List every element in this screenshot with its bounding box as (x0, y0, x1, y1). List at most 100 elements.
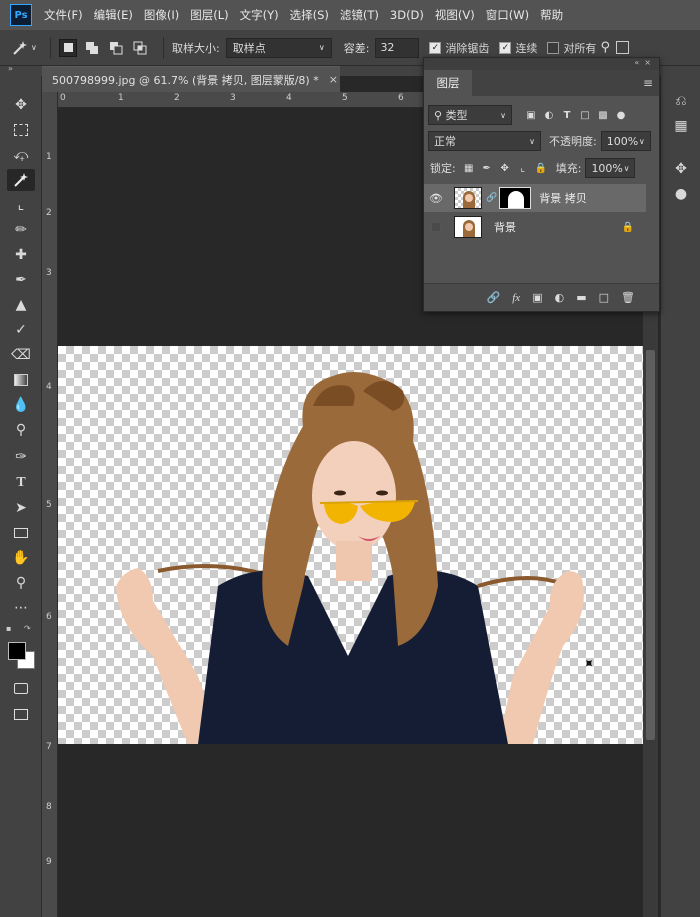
fx-icon[interactable]: fx (512, 292, 520, 304)
tool-preset-picker[interactable]: ∨ (12, 40, 42, 56)
marquee-tool[interactable] (7, 119, 35, 141)
path-selection-tool[interactable]: ➤ (7, 497, 35, 519)
add-mask-icon[interactable]: ▣ (532, 291, 542, 304)
adjustment-layer-icon[interactable]: ◐ (555, 291, 565, 304)
close-icon[interactable]: × (329, 73, 338, 86)
filter-kind-select[interactable]: ⚲ 类型 ∨ (428, 105, 512, 125)
trash-icon[interactable]: 🗑 (621, 291, 635, 304)
filter-type-icon[interactable]: T (558, 110, 576, 121)
blend-mode-select[interactable]: 正常 ∨ (428, 131, 541, 151)
menu-filter[interactable]: 滤镜(T) (340, 7, 379, 23)
rectangle-tool[interactable] (7, 522, 35, 544)
antialias-checkbox[interactable]: ✓ 消除锯齿 (429, 40, 489, 56)
layer-row[interactable]: 👁 🔗 背景 拷贝 (424, 184, 646, 212)
menu-view[interactable]: 视图(V) (435, 7, 475, 23)
menu-layer[interactable]: 图层(L) (190, 7, 228, 23)
expand-left-icon[interactable]: » (8, 64, 13, 73)
layers-panel-footer: 🔗 fx ▣ ◐ ▬ □ 🗑 (424, 283, 659, 311)
lock-all-icon[interactable]: 🔒 (532, 163, 550, 174)
history-panel-icon[interactable]: ⎌ (671, 91, 691, 111)
link-layers-icon[interactable]: 🔗 (487, 291, 501, 304)
tab-layers[interactable]: 图层 (424, 70, 472, 96)
new-selection-button[interactable] (59, 38, 77, 57)
menu-3d[interactable]: 3D(D) (390, 8, 424, 22)
foreground-color-swatch[interactable] (8, 642, 26, 660)
subtract-from-selection-button[interactable] (107, 39, 125, 57)
document-canvas[interactable] (58, 346, 643, 744)
add-to-selection-button[interactable] (83, 39, 101, 57)
menu-image[interactable]: 图像(I) (144, 7, 179, 23)
fill-input[interactable]: 100% ∨ (585, 158, 636, 178)
intersect-selection-button[interactable] (131, 39, 149, 57)
more-tools-button[interactable]: ⋯ (7, 597, 35, 619)
filter-adjustment-icon[interactable]: ◐ (540, 110, 558, 121)
ruler-label: 2 (46, 208, 52, 218)
divider (50, 36, 51, 59)
menu-edit[interactable]: 编辑(E) (94, 7, 133, 23)
magic-wand-tool[interactable] (7, 169, 35, 191)
swatches-panel-icon[interactable]: ▦ (671, 116, 691, 136)
zoom-tool[interactable]: ⚲ (7, 572, 35, 594)
crop-tool[interactable]: ⌞ (7, 194, 35, 216)
layer-mask-thumbnail[interactable] (499, 187, 532, 209)
pen-tool[interactable]: ✑ (7, 446, 35, 468)
quick-mask-button[interactable] (7, 677, 35, 699)
panel-menu-icon[interactable]: ≡ (643, 76, 653, 90)
visibility-toggle[interactable] (431, 222, 441, 232)
healing-brush-tool[interactable]: ✚ (7, 244, 35, 266)
clone-stamp-tool[interactable]: ▲ (7, 294, 35, 316)
adjustments-panel-icon[interactable]: ● (671, 184, 691, 204)
search-icon[interactable]: ⚲ (600, 40, 610, 55)
eyedropper-tool[interactable]: ✏ (7, 219, 35, 241)
lock-image-icon[interactable]: ✒ (478, 163, 496, 174)
blur-tool[interactable]: 💧 (7, 394, 35, 416)
opacity-input[interactable]: 100% ∨ (600, 131, 651, 151)
dodge-tool[interactable]: ⚲ (7, 419, 35, 441)
lasso-tool[interactable]: ⤽ (7, 144, 35, 166)
history-brush-tool[interactable]: ✓ (7, 319, 35, 341)
chain-link-icon[interactable]: 🔗 (486, 193, 497, 203)
filter-pixel-icon[interactable]: ▣ (522, 110, 540, 121)
ruler-label: 6 (46, 612, 52, 622)
default-colors-icon[interactable]: ▪ (6, 624, 11, 633)
new-group-icon[interactable]: ▬ (576, 291, 586, 304)
lock-artboard-icon[interactable]: ⌞ (514, 163, 532, 174)
paths-panel-icon[interactable]: ✥ (671, 159, 691, 179)
menu-help[interactable]: 帮助 (540, 7, 563, 23)
new-layer-icon[interactable]: □ (599, 291, 609, 304)
filter-kind-value: 类型 (445, 109, 468, 122)
filter-shape-icon[interactable]: □ (576, 110, 594, 121)
menu-file[interactable]: 文件(F) (44, 7, 83, 23)
filter-toggle-icon[interactable]: ● (612, 110, 630, 121)
layer-row[interactable]: 背景 🔒 (424, 213, 646, 241)
layer-thumbnail (454, 187, 482, 209)
filter-smart-object-icon[interactable]: ▩ (594, 110, 612, 121)
move-tool[interactable]: ✥ (7, 94, 35, 116)
brush-tool[interactable]: ✒ (7, 269, 35, 291)
layer-thumbnail (454, 216, 482, 238)
type-tool[interactable]: T (7, 472, 35, 494)
gradient-tool[interactable] (7, 369, 35, 391)
swap-colors-icon[interactable]: ↷ (24, 624, 31, 633)
hand-tool[interactable]: ✋ (7, 547, 35, 569)
panel-collapse-bar[interactable]: « × (424, 58, 659, 70)
document-tab[interactable]: 500798999.jpg @ 61.7% (背景 拷贝, 图层蒙版/8) * … (42, 66, 340, 92)
chevron-down-icon: ∨ (31, 43, 37, 52)
menu-type[interactable]: 文字(Y) (240, 7, 279, 23)
menu-select[interactable]: 选择(S) (290, 7, 329, 23)
workspace-icon[interactable] (615, 41, 629, 54)
sample-size-select[interactable]: 取样点 ∨ (225, 37, 332, 58)
tolerance-input[interactable]: 32 (375, 37, 420, 58)
blend-opacity-row: 正常 ∨ 不透明度: 100% ∨ (424, 128, 659, 154)
scrollbar-thumb[interactable] (646, 350, 655, 740)
sample-all-layers-checkbox[interactable]: 对所有 (547, 40, 596, 56)
lock-transparent-icon[interactable]: ▦ (460, 163, 478, 174)
type-icon: T (16, 475, 26, 490)
checkbox-checked-icon: ✓ (499, 41, 512, 54)
contiguous-checkbox[interactable]: ✓ 连续 (499, 40, 537, 56)
lock-position-icon[interactable]: ✥ (496, 163, 514, 174)
menu-window[interactable]: 窗口(W) (486, 7, 529, 23)
eraser-tool[interactable]: ⌫ (7, 344, 35, 366)
screen-mode-button[interactable] (7, 703, 35, 725)
eye-icon[interactable]: 👁 (424, 192, 448, 205)
